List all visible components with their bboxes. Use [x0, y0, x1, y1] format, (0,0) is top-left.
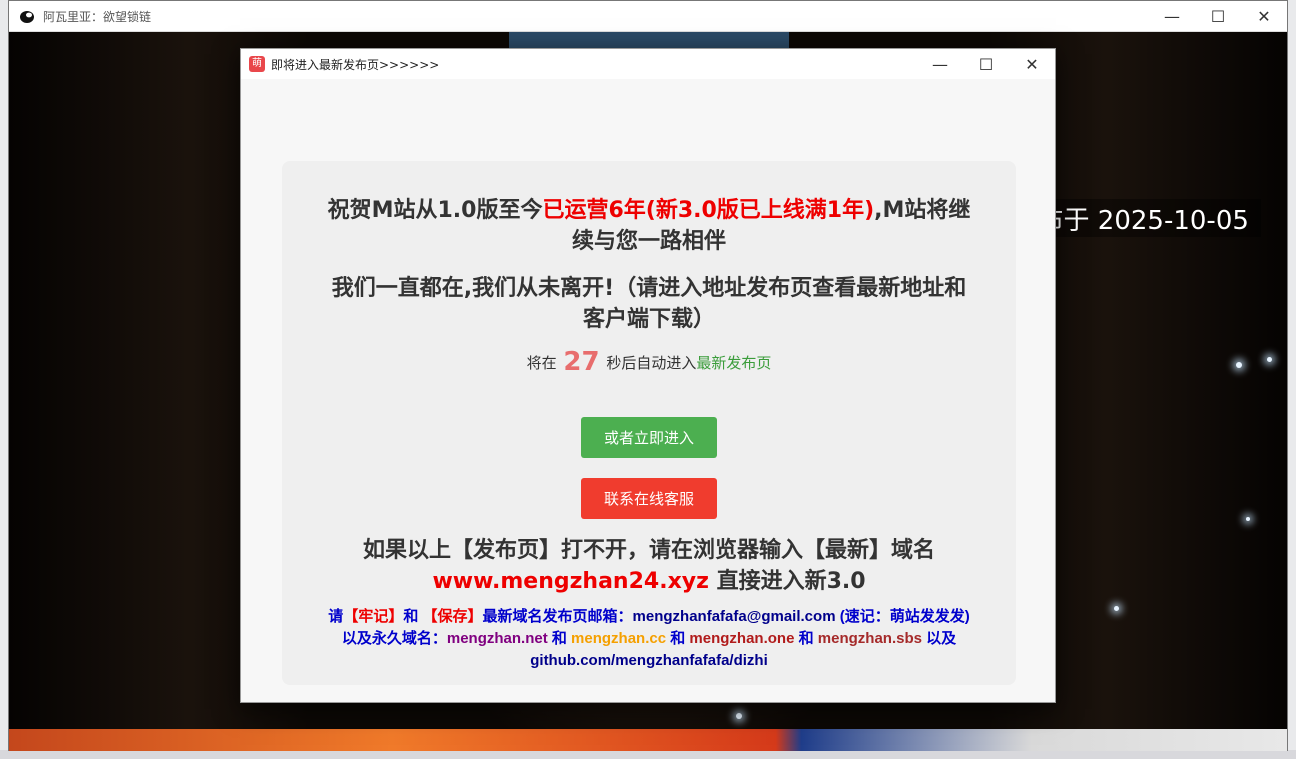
footer-remember: 【牢记】	[343, 608, 404, 625]
sparkle	[1114, 606, 1119, 611]
headline-highlight: 已运营6年(新3.0版已上线满1年)	[542, 198, 875, 223]
announcement-card: 祝贺M站从1.0版至今已运营6年(新3.0版已上线满1年),M站将继续与您一路相…	[282, 161, 1016, 685]
game-maximize-button[interactable]: ☐	[1195, 1, 1241, 31]
countdown-text: 将在 27 秒后自动进入最新发布页	[282, 347, 1016, 377]
background-window-right-edge	[1288, 0, 1296, 759]
game-minimize-button[interactable]: —	[1149, 1, 1195, 31]
popup-close-button[interactable]: ✕	[1009, 49, 1055, 79]
popup-window-controls: — ☐ ✕	[917, 49, 1055, 79]
game-window-controls: — ☐ ✕	[1149, 1, 1287, 31]
countdown-prefix: 将在	[526, 354, 562, 372]
domain-notice: 如果以上【发布页】打不开，请在浏览器输入【最新】域名 www.mengzhan2…	[282, 535, 1016, 597]
popup-app-icon: 萌	[249, 56, 265, 72]
domain-notice-line2: www.mengzhan24.xyz 直接进入新3.0	[282, 566, 1016, 597]
permanent-domains-footer: 请【牢记】和 【保存】最新域名发布页邮箱：mengzhanfafafa@gmai…	[322, 606, 976, 672]
domain-link-sbs[interactable]: mengzhan.sbs	[818, 630, 922, 647]
game-titlebar[interactable]: 阿瓦里亚：欲望锁链 — ☐ ✕	[9, 1, 1287, 32]
contact-email[interactable]: mengzhanfafafa@gmail.com	[633, 608, 836, 625]
footer-text: 和	[403, 608, 423, 625]
anniversary-headline: 祝贺M站从1.0版至今已运营6年(新3.0版已上线满1年),M站将继续与您一路相…	[322, 195, 976, 257]
release-page-link[interactable]: 最新发布页	[696, 354, 771, 372]
game-close-button[interactable]: ✕	[1241, 1, 1287, 31]
game-app-icon	[20, 11, 34, 23]
footer-text: 最新域名发布页邮箱：	[482, 608, 633, 625]
sparkle	[1246, 517, 1250, 521]
sparkle	[1236, 362, 1242, 368]
footer-text: 和	[547, 630, 572, 647]
popup-titlebar[interactable]: 萌 即将进入最新发布页>>>>>> — ☐ ✕	[241, 49, 1055, 79]
footer-text: 和	[794, 630, 818, 647]
latest-domain-link[interactable]: www.mengzhan24.xyz	[432, 569, 708, 594]
domain-link-one[interactable]: mengzhan.one	[689, 630, 794, 647]
sparkle	[736, 713, 742, 719]
background-bottom-edge	[0, 750, 1296, 759]
countdown-middle: 秒后自动进入	[601, 354, 697, 372]
domain-link-cc[interactable]: mengzhan.cc	[571, 630, 666, 647]
enter-now-button[interactable]: 或者立即进入	[581, 417, 717, 458]
popup-title: 即将进入最新发布页>>>>>>	[271, 57, 440, 72]
artwork-bottom-banner	[9, 729, 1287, 751]
popup-minimize-button[interactable]: —	[917, 49, 963, 79]
popup-maximize-button[interactable]: ☐	[963, 49, 1009, 79]
background-window-left-edge	[0, 0, 8, 759]
footer-text: 和	[666, 630, 690, 647]
footer-save: 【保存】	[422, 608, 483, 625]
sparkle	[1267, 357, 1272, 362]
popup-window: 萌 即将进入最新发布页>>>>>> — ☐ ✕ 祝贺M站从1.0版至今已运营6年…	[240, 48, 1056, 703]
footer-text: 以及	[921, 630, 957, 647]
footer-text: 请	[328, 608, 344, 625]
domain-link-net[interactable]: mengzhan.net	[447, 630, 548, 647]
game-window-title: 阿瓦里亚：欲望锁链	[43, 9, 152, 24]
headline-text-start: 祝贺M站从1.0版至今	[327, 198, 543, 223]
github-link[interactable]: github.com/mengzhanfafafa/dizhi	[530, 652, 768, 669]
still-here-headline: 我们一直都在,我们从未离开!（请进入地址发布页查看最新地址和客户端下载）	[331, 276, 967, 332]
contact-support-button[interactable]: 联系在线客服	[581, 478, 717, 519]
domain-notice-suffix: 直接进入新3.0	[708, 569, 866, 594]
countdown-seconds: 27	[563, 347, 600, 377]
domain-notice-line: 如果以上【发布页】打不开，请在浏览器输入【最新】域名	[362, 538, 935, 563]
